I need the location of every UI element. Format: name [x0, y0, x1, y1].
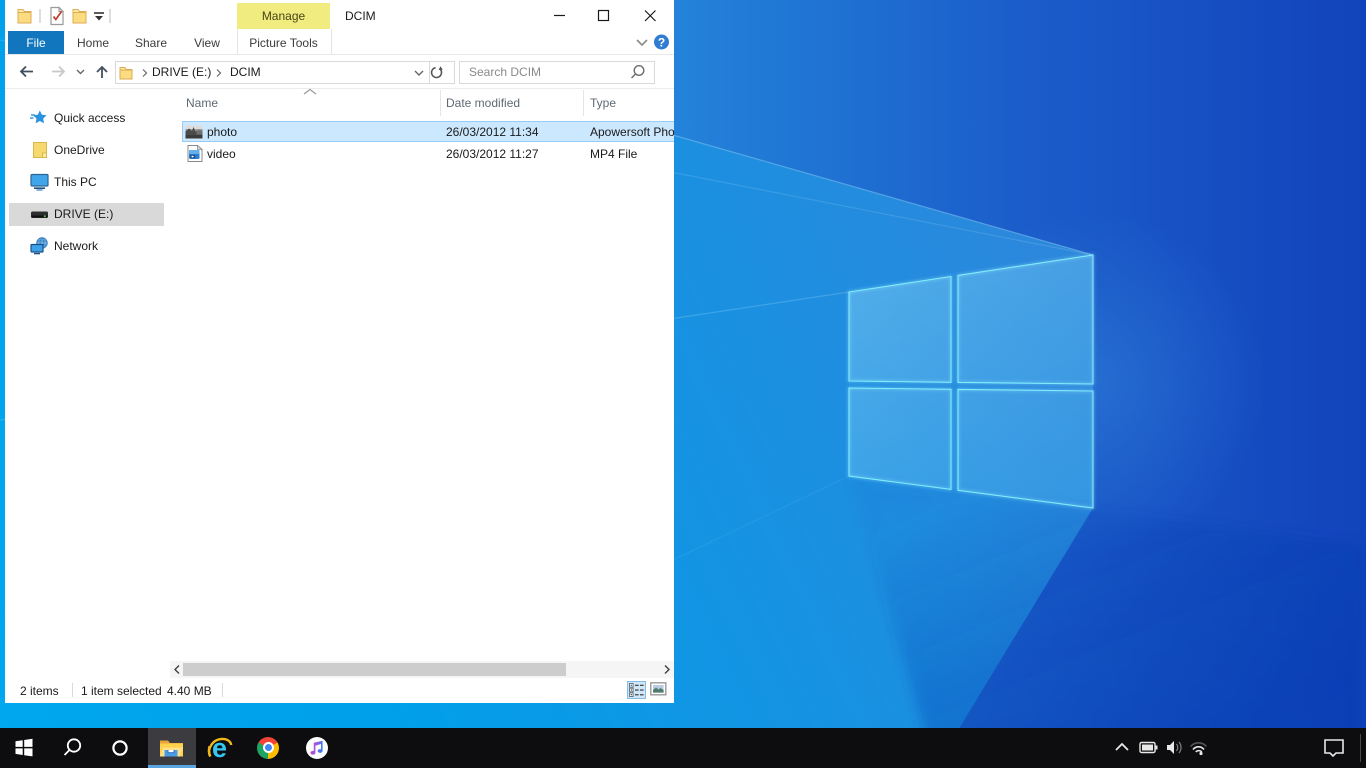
svg-text:?: ?: [658, 36, 665, 50]
svg-text:e: e: [212, 735, 227, 761]
